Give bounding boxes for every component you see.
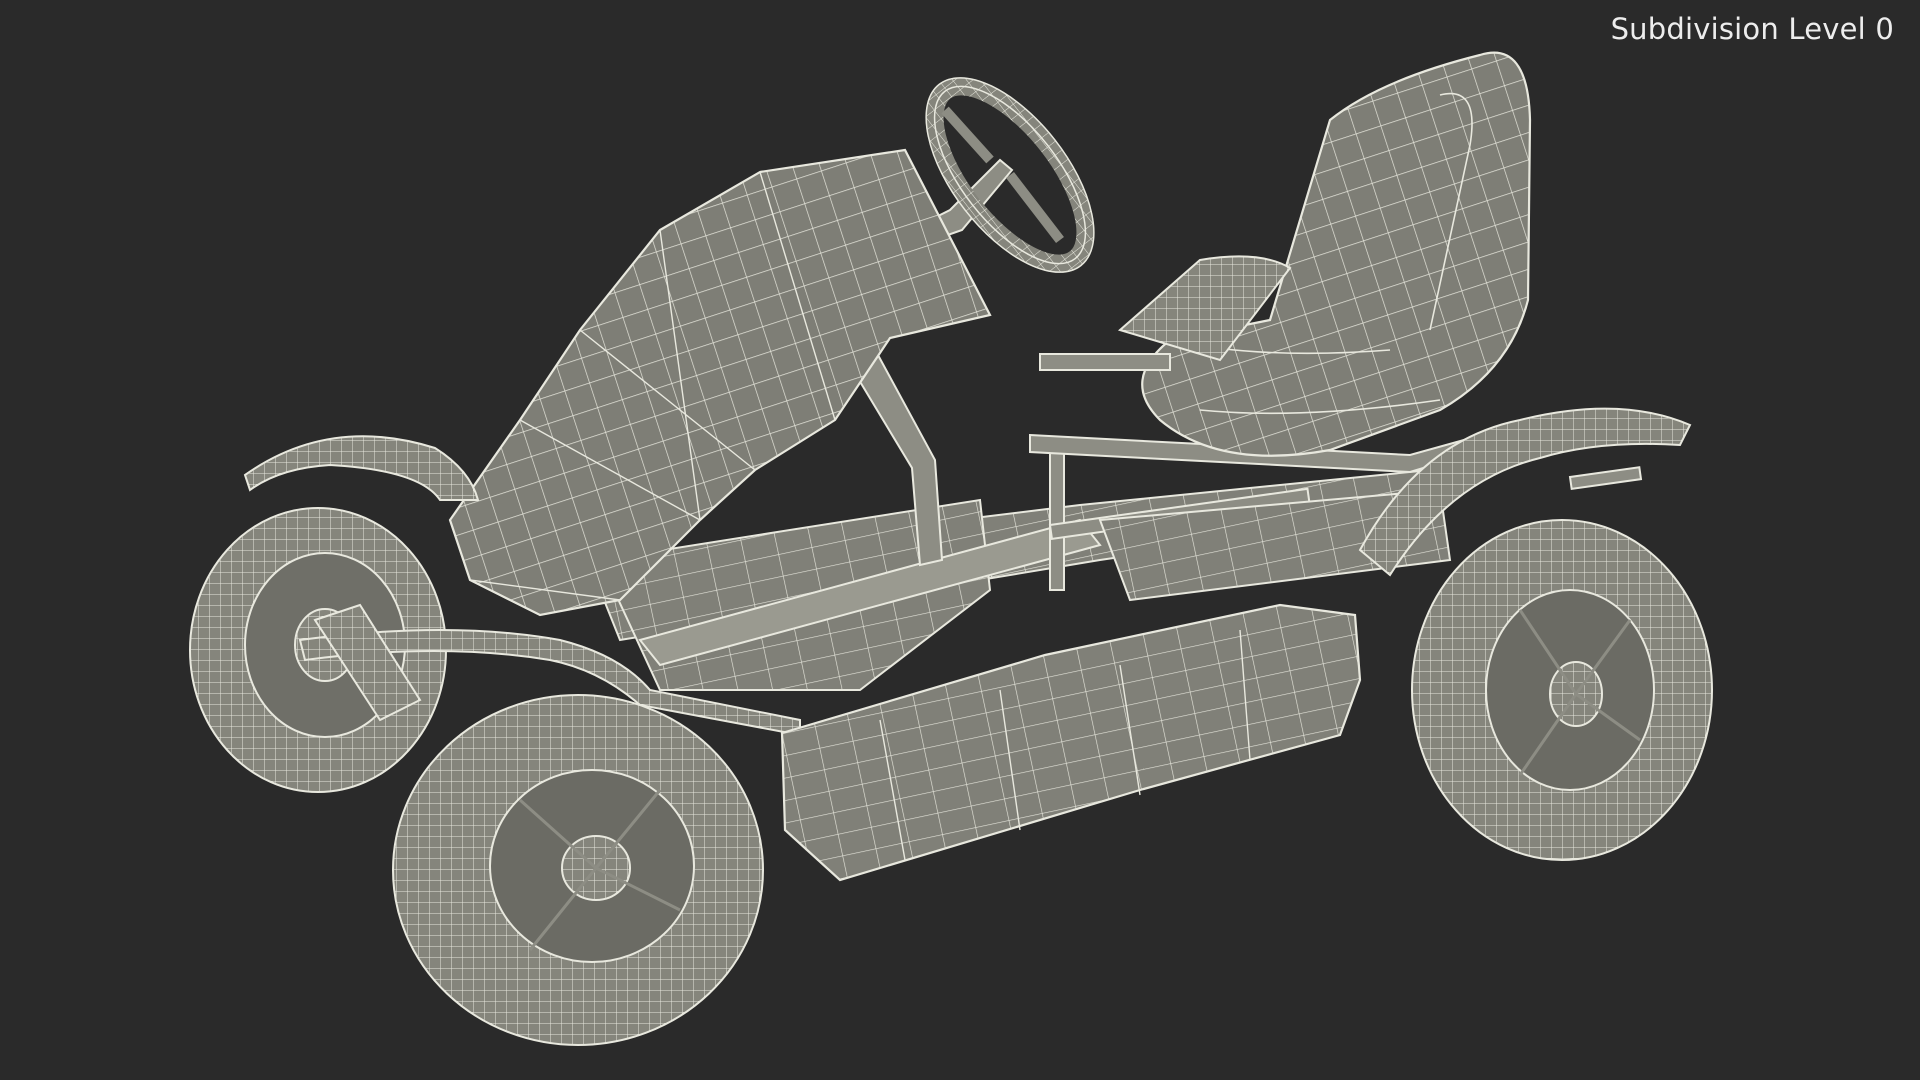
go-kart-wireframe-model[interactable] [0,0,1920,1080]
front-left-wheel [392,694,764,1046]
right-wheel [1411,519,1713,861]
seat[interactable] [1039,51,1532,457]
front-fender [243,435,480,501]
viewport[interactable]: Subdivision Level 0 [0,0,1920,1080]
